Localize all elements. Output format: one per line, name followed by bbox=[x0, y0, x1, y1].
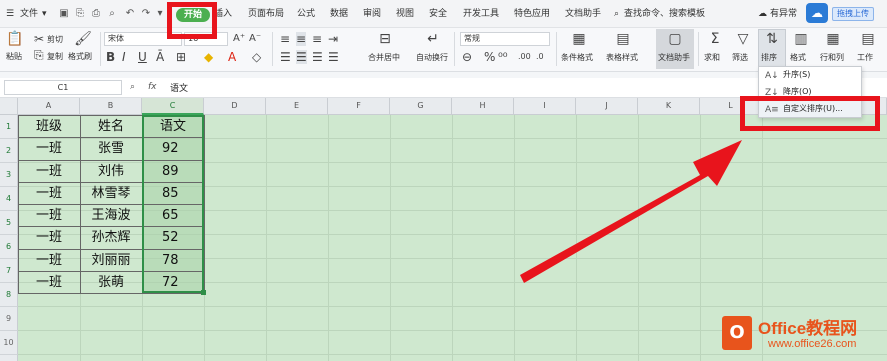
watermark: O Office教程网 www.office26.com bbox=[722, 312, 882, 356]
red-arrow-icon bbox=[520, 140, 742, 283]
annotation-arrow bbox=[520, 140, 742, 283]
watermark-title: Office教程网 bbox=[758, 319, 858, 338]
watermark-url: www.office26.com bbox=[768, 338, 857, 350]
office-logo-icon: O bbox=[722, 316, 752, 350]
